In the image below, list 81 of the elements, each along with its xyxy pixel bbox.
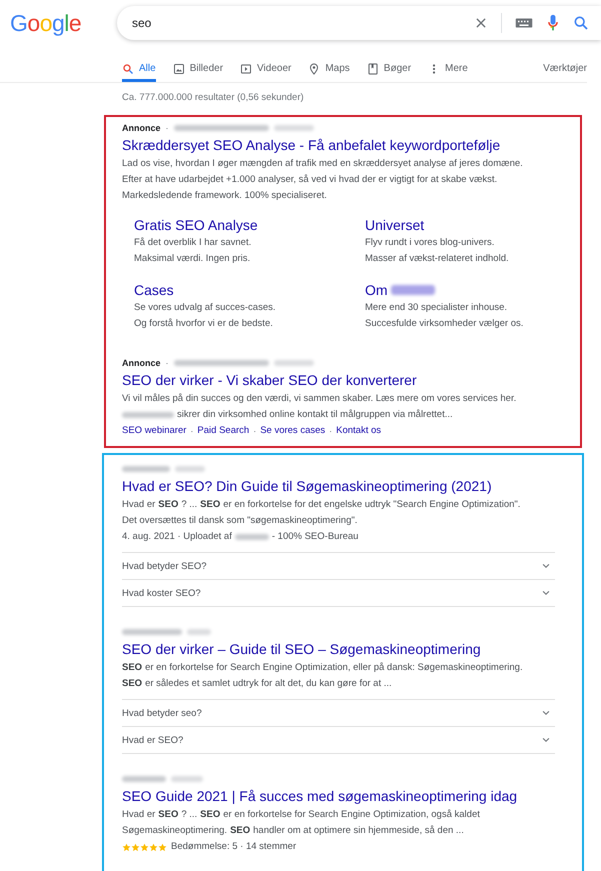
ad-description: Vi vil måles på din succes og den værdi, vi sammen skaber. Læs mere om vores services her. [122, 392, 516, 406]
search-field[interactable]: seo [132, 16, 461, 30]
sitelink[interactable]: Om [365, 282, 388, 298]
star-icon [122, 842, 131, 852]
sitelink-description: Succesfulde virksomheder vælger os. [365, 317, 524, 331]
sitelink[interactable]: Paid Search [197, 423, 250, 439]
sitelink-description: Se vores udvalg af succes-cases. [134, 301, 277, 315]
result-title-link[interactable]: SEO der virker – Guide til SEO – Søgemaskineoptimering [122, 639, 582, 659]
result-title-link[interactable]: SEO der virker - Vi skaber SEO der konverterer [122, 370, 580, 390]
sitelink-description: Maksimal værdi. Ingen pris. [134, 252, 252, 266]
star-icon [140, 842, 149, 852]
result-snippet: SEO er en forkortelse for Search Engine Optimization, eller på dansk: Søgemaskineoptimering. [122, 661, 524, 675]
redacted-text [274, 360, 314, 366]
play-icon [240, 62, 252, 74]
sitelink[interactable]: Se vores cases [260, 423, 326, 439]
sitelink[interactable]: Gratis SEO Analyse [134, 217, 258, 233]
redacted-text [122, 466, 170, 472]
book-icon [366, 62, 379, 74]
google-logo[interactable]: Google [10, 10, 97, 36]
map-pin-icon [308, 62, 320, 74]
tools-link[interactable]: Værktøjer [543, 62, 587, 76]
tab[interactable]: Mere [428, 56, 468, 82]
sitelink[interactable]: Universet [365, 217, 424, 233]
separator-dot: · [166, 358, 169, 368]
sitelink-description: Og forstå hvorfor vi er de bedste. [134, 317, 274, 331]
result-snippet: Hvad er SEO? ... SEO er en forkortelse for det engelske udtryk "Search Engine Optimization". [122, 498, 522, 512]
result-source: - 100% SEO-Bureau [272, 530, 358, 544]
redacted-text [175, 466, 205, 472]
result-title-link[interactable]: Skræddersyet SEO Analyse - Få anbefalet keywordportefølje [122, 135, 580, 155]
result-title-link[interactable]: SEO Guide 2021 | Få succes med søgemaskineoptimering idag [122, 786, 582, 806]
close-icon[interactable] [474, 16, 488, 30]
sitelink-description: Mere end 30 specialister inhouse. [365, 301, 508, 315]
tab[interactable]: Maps [308, 56, 350, 82]
redacted-text [187, 628, 211, 634]
sitelink-description: Masser af vækst-relateret indhold. [365, 252, 510, 266]
search-icon [122, 62, 134, 74]
ad-description: Efter at have udarbejdet +1.000 analyser, så ved vi hvad der er vigtigt for at skabe vækst. [122, 173, 498, 187]
separator-dot: · [253, 425, 256, 438]
ad-label: Annonce [122, 122, 161, 132]
ad-description: sikrer din virksomhed online kontakt til målgruppen via målrettet... [177, 408, 453, 422]
question-row[interactable]: Hvad er SEO? [122, 727, 555, 754]
result-snippet: Hvad er SEO? ... SEO er en forkortelse for Search Engine Optimization, også kaldet [122, 808, 481, 822]
result-snippet: Søgemaskineoptimering. SEO handler om at optimere sin hjemmeside, så den ... [122, 824, 465, 838]
rating-text: Bedømmelse: 5 · 14 stemmer [171, 840, 296, 854]
tab[interactable]: Videoer [240, 56, 292, 82]
redacted-text [234, 534, 269, 540]
sitelink-description: Få det overblik I har savnet. [134, 236, 252, 250]
sitelink-description: Flyv rundt i vores blog-univers. [365, 236, 496, 250]
keyboard-icon[interactable] [515, 16, 533, 30]
question-row[interactable]: Hvad betyder seo? [122, 700, 555, 727]
redacted-text [122, 628, 182, 634]
separator-dot: · [166, 122, 169, 132]
star-icon [149, 842, 158, 852]
separator-dot: · [190, 425, 194, 438]
tab[interactable]: Bøger [366, 56, 412, 82]
redacted-text [274, 124, 314, 130]
sitelink[interactable]: Cases [134, 282, 174, 298]
star-icon [158, 842, 167, 852]
image-icon [172, 62, 185, 74]
sitelink[interactable]: SEO webinarer [122, 423, 186, 439]
redacted-text [390, 285, 435, 295]
separator-dot: · [329, 425, 332, 438]
redacted-text [122, 412, 174, 418]
star-icon [131, 842, 140, 852]
result-title-link[interactable]: Hvad er SEO? Din Guide til Søgemaskineoptimering (2021) [122, 476, 582, 496]
sitelink[interactable]: Kontakt os [336, 423, 382, 439]
ad-label: Annonce [122, 358, 161, 368]
result-snippet: Det oversættes til dansk som "søgemaskineoptimering". [122, 514, 358, 528]
question-row[interactable]: Hvad koster SEO? [122, 580, 555, 607]
ad-description: Lad os vise, hvordan I øger mængden af trafik med en skræddersyet analyse af jeres domæne. [122, 157, 523, 171]
result-snippet: SEO er således et samlet udtryk for alt det, du kan gøre for at ... [122, 677, 393, 691]
result-date: 4. aug. 2021 · Uploadet af [122, 530, 232, 544]
ad-description: Markedsledende framework. 100% specialiseret. [122, 189, 327, 203]
microphone-icon[interactable] [546, 14, 560, 32]
question-row[interactable]: Hvad betyder SEO? [122, 553, 555, 580]
search-icon[interactable] [573, 15, 589, 31]
redacted-text [171, 776, 203, 782]
tab[interactable]: Alle [122, 56, 156, 82]
result-stats: Ca. 777.000.000 resultater (0,56 sekunder) [122, 92, 305, 105]
tab[interactable]: Billeder [172, 56, 224, 82]
redacted-text [122, 776, 166, 782]
